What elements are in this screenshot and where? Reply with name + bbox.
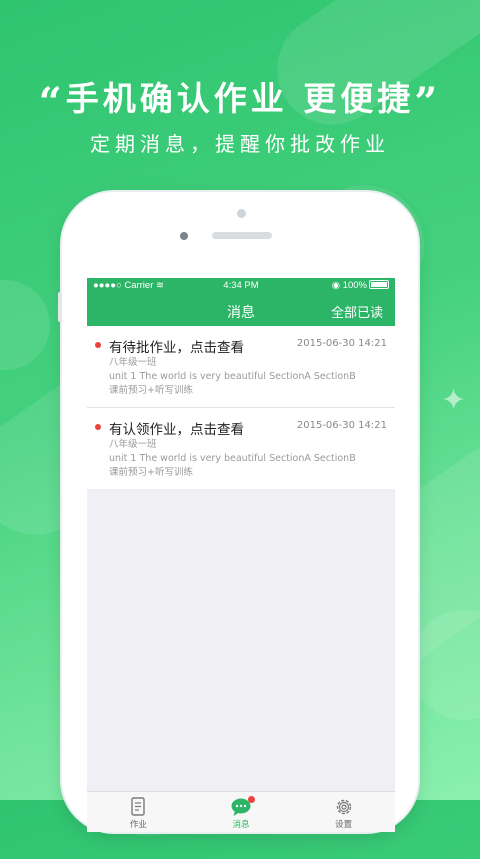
tab-label: 消息 xyxy=(232,820,250,830)
unread-dot xyxy=(95,424,101,430)
phone-side-button xyxy=(58,292,62,322)
nav-bar: 消息 全部已读 xyxy=(87,294,395,326)
message-time: 2015-06-30 14:21 xyxy=(296,338,387,349)
app-screen: ●●●●○ Carrier ≋ 4:34 PM ◉ 100% 消息 全部已读 有… xyxy=(87,278,395,832)
tab-homework[interactable]: 作业 xyxy=(87,792,190,832)
phone-sensor xyxy=(237,209,246,218)
message-time: 2015-06-30 14:21 xyxy=(296,420,387,431)
phone-speaker xyxy=(212,232,272,239)
phone-frame: ●●●●○ Carrier ≋ 4:34 PM ◉ 100% 消息 全部已读 有… xyxy=(58,192,418,832)
sparkle-icon: ✦ xyxy=(441,383,467,418)
unread-dot xyxy=(95,342,101,348)
gear-icon xyxy=(336,799,351,815)
promo-subline: 定期消息，提醒你批改作业 xyxy=(90,132,390,156)
message-unit: unit 1 The world is very beautiful Secti… xyxy=(109,453,356,464)
status-bar: ●●●●○ Carrier ≋ 4:34 PM ◉ 100% xyxy=(87,278,395,294)
battery-icon xyxy=(369,280,389,289)
message-class: 八年级一班 xyxy=(109,357,157,368)
message-list: 有待批作业，点击查看 2015-06-30 14:21 八年级一班 unit 1… xyxy=(87,326,395,489)
message-unit: unit 1 The world is very beautiful Secti… xyxy=(109,371,356,382)
mark-all-read-button[interactable]: 全部已读 xyxy=(331,302,383,321)
message-task: 课前预习+听写训练 xyxy=(109,467,193,478)
tab-label: 作业 xyxy=(129,820,147,830)
lock-rotation-icon: ◉ xyxy=(331,280,341,291)
promo-headline: “手机确认作业 更便捷” xyxy=(38,79,442,126)
battery-indicator: ◉ 100% xyxy=(332,280,389,291)
tab-bar: 作业 消息 设置 xyxy=(87,791,395,832)
message-item[interactable]: 有认领作业，点击查看 2015-06-30 14:21 八年级一班 unit 1… xyxy=(87,408,395,489)
tab-settings[interactable]: 设置 xyxy=(292,792,395,832)
message-class: 八年级一班 xyxy=(109,439,157,450)
message-item[interactable]: 有待批作业，点击查看 2015-06-30 14:21 八年级一班 unit 1… xyxy=(87,326,395,408)
tab-label: 设置 xyxy=(335,820,353,830)
document-icon xyxy=(131,797,146,816)
message-task: 课前预习+听写训练 xyxy=(109,385,193,396)
tab-messages[interactable]: 消息 xyxy=(190,792,293,832)
phone-camera xyxy=(180,232,188,240)
